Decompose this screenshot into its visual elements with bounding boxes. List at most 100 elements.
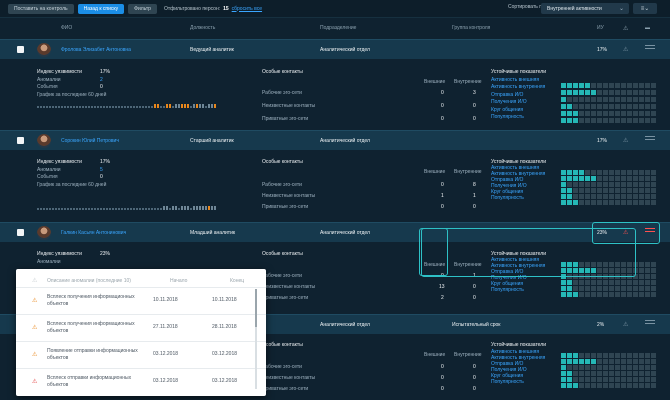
col-group[interactable]: Группа контроля	[452, 25, 490, 31]
sort-list-icon[interactable]: ≡⌄	[633, 3, 657, 14]
popularity-bar	[561, 383, 656, 388]
column-header: ФИО Должность Подразделение Группа контр…	[0, 25, 670, 33]
filter-button[interactable]: Фильтр	[128, 3, 157, 14]
send-io-label: Отправка И/О	[491, 92, 524, 98]
back-to-list-button[interactable]: Назад к списку	[77, 3, 125, 14]
stable-title: Устойчивые показатели	[491, 69, 546, 75]
anomalies-value[interactable]: 5	[100, 167, 103, 173]
internal-header: Внутренние	[454, 352, 482, 358]
private-ego-label: Приватные эго-сети	[262, 204, 309, 210]
row-checkbox[interactable]	[17, 229, 24, 236]
working-int: 3	[473, 90, 476, 96]
recv-io-bar	[561, 280, 656, 285]
warning-icon: ⚠	[32, 379, 38, 385]
warning-icon[interactable]: ⚠	[623, 46, 628, 53]
working-ego-label: Рабочие эго-сети	[262, 273, 302, 279]
events-value: 0	[100, 174, 103, 180]
act-ext-bar	[561, 83, 656, 88]
activity-graph	[37, 206, 247, 210]
popularity-label: Популярность	[491, 114, 524, 120]
popularity-label: Популярность	[491, 195, 524, 201]
unknown-ext: 0	[441, 103, 444, 109]
popularity-label: Популярность	[491, 287, 524, 293]
anomaly-end: 03.12.2018	[212, 378, 238, 384]
index-value: 17%	[100, 159, 111, 165]
external-header: Внешние	[424, 79, 446, 85]
anomalies-value[interactable]: 2	[100, 77, 103, 83]
anomaly-row[interactable]: ⚠ Появление отправки информационных объе…	[16, 341, 266, 368]
avatar	[37, 226, 51, 240]
working-ext: 0	[441, 90, 444, 96]
events-label: События	[37, 84, 58, 90]
unknown-ext: 13	[439, 284, 445, 290]
person-iu: 2%	[597, 322, 605, 328]
row-checkbox[interactable]	[17, 137, 24, 144]
send-io-bar	[561, 365, 656, 370]
private-ext: 2	[441, 295, 444, 301]
menu-icon[interactable]	[645, 228, 655, 235]
recv-io-bar	[561, 104, 656, 109]
person-name[interactable]: Фролова Элизабет Антоновна	[61, 47, 131, 53]
col-iu[interactable]: ИУ	[597, 25, 604, 31]
act-int-bar	[561, 90, 656, 95]
anomaly-start: 27.11.2018	[153, 324, 178, 330]
anomaly-end: 03.12.2018	[212, 351, 238, 357]
popularity-bar	[561, 200, 656, 205]
popup-scrollbar-thumb[interactable]	[255, 289, 257, 327]
row-checkbox[interactable]	[17, 46, 24, 53]
working-ext: 0	[441, 364, 444, 370]
menu-icon[interactable]	[645, 320, 655, 327]
col-department[interactable]: Подразделение	[320, 25, 356, 31]
anomaly-desc: Всплеск получения информационных объекто…	[47, 294, 135, 307]
anomaly-row[interactable]: ⚠ Всплеск получения информационных объек…	[16, 287, 266, 314]
unknown-ego-label: Неизвестные контакты	[262, 103, 316, 109]
unknown-int: 0	[473, 375, 476, 381]
anomaly-row[interactable]: ⚠ Всплеск получения информационных объек…	[16, 314, 266, 341]
col-position[interactable]: Должность	[190, 25, 215, 31]
graph-label: График за последние 60 дней	[37, 182, 107, 188]
index-label: Индекс уязвимости	[37, 251, 82, 257]
special-title: Особые контакты	[262, 69, 303, 75]
internal-header: Внутренние	[454, 169, 482, 175]
warning-icon[interactable]: ⚠	[623, 137, 628, 144]
reset-all-link[interactable]: сбросить все	[232, 6, 262, 12]
working-int: 0	[473, 364, 476, 370]
warning-icon[interactable]: ⚠	[623, 321, 628, 328]
anomaly-row[interactable]: ⚠ Всплеск отправки информационных объект…	[16, 368, 266, 395]
anomaly-start: 10.11.2018	[153, 297, 178, 303]
person-name[interactable]: Галкин Касьян Антонинович	[61, 230, 126, 236]
avatar	[37, 43, 51, 57]
working-int: 8	[473, 182, 476, 188]
circle-bar	[561, 286, 656, 291]
menu-icon[interactable]	[645, 45, 655, 52]
act-ext-bar	[561, 170, 656, 175]
to-control-button[interactable]: Поставить на контроль	[8, 3, 74, 14]
working-ext: 0	[441, 182, 444, 188]
special-title: Особые контакты	[262, 251, 303, 257]
person-department: Аналитический отдел	[320, 138, 370, 144]
col-fio[interactable]: ФИО	[61, 25, 72, 31]
index-label: Индекс уязвимости	[37, 69, 82, 75]
external-highlight-frame	[419, 228, 448, 276]
unknown-ego-label: Неизвестные контакты	[262, 284, 316, 290]
private-int: 0	[473, 116, 476, 122]
popularity-label: Популярность	[491, 379, 524, 385]
person-row[interactable]: Фролова Элизабет Антоновна Ведущий анали…	[0, 39, 670, 59]
person-position: Младший аналитик	[190, 230, 236, 236]
working-ego-label: Рабочие эго-сети	[262, 182, 302, 188]
menu-icon[interactable]	[645, 136, 655, 143]
unknown-ext: 1	[441, 193, 444, 199]
person-name[interactable]: Сорокин Юлий Петрович	[61, 138, 119, 144]
person-row[interactable]: Сорокин Юлий Петрович Старший аналитик А…	[0, 130, 670, 150]
events-label: События	[37, 174, 58, 180]
popup-header-end: Конец	[230, 278, 245, 284]
warning-icon: ⚠	[32, 298, 38, 304]
sort-label: Сортировать по	[508, 4, 545, 10]
person-position: Старший аналитик	[190, 138, 234, 144]
person-department: Аналитический отдел	[320, 322, 370, 328]
circle-bar	[561, 111, 656, 116]
private-ego-label: Приватные эго-сети	[262, 116, 309, 122]
filtered-label: Отфильтровано персон: 15 сбросить все	[163, 5, 263, 12]
sort-select[interactable]: Внутренней активности ⌄	[541, 3, 629, 14]
unknown-ego-label: Неизвестные контакты	[262, 193, 316, 199]
